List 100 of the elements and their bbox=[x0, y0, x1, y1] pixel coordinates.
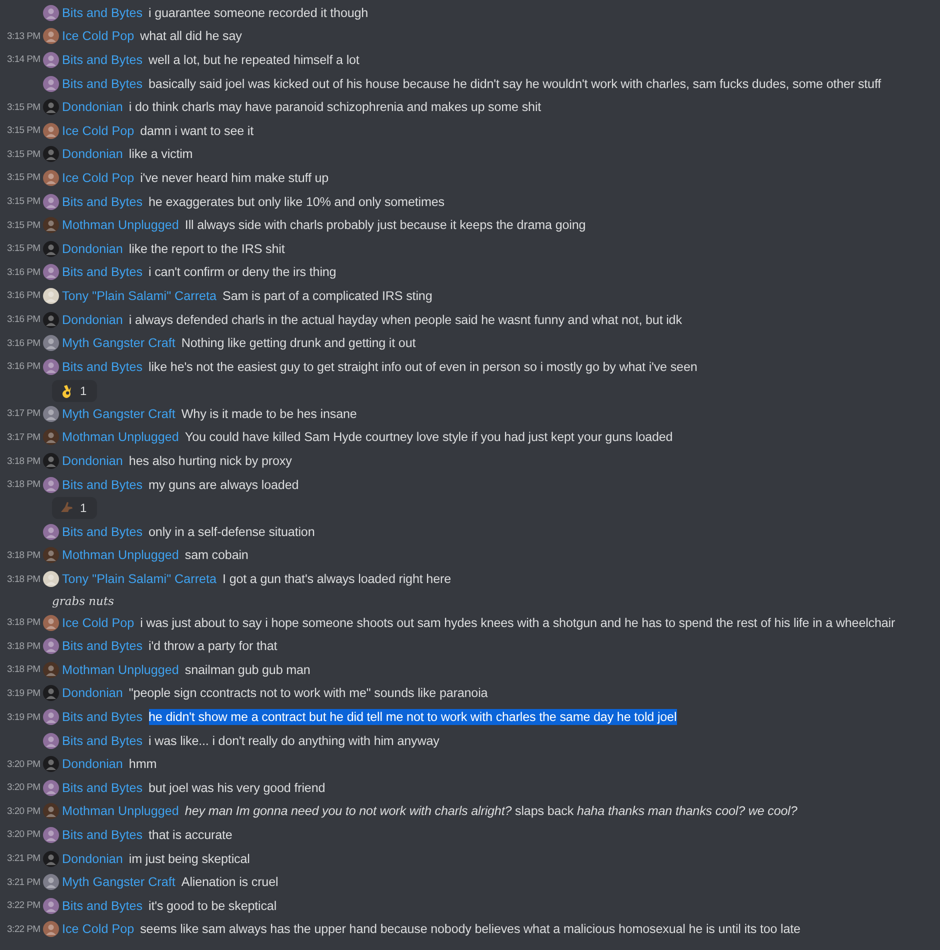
username[interactable]: Bits and Bytes bbox=[62, 360, 143, 374]
timestamp: 3:15 PM bbox=[7, 220, 42, 231]
message-text: i was just about to say i hope someone shoots out sam hydes knees with a shotgun and he has to spend the rest of his life in a wheelchair bbox=[140, 616, 896, 630]
message-text: damn i want to see it bbox=[140, 124, 254, 138]
username[interactable]: Bits and Bytes bbox=[62, 780, 143, 795]
timestamp: 3:16 PM bbox=[7, 338, 42, 349]
username[interactable]: Myth Gangster Craft bbox=[62, 336, 176, 350]
avatar-icon[interactable] bbox=[43, 638, 59, 654]
avatar-icon[interactable] bbox=[43, 524, 59, 540]
timestamp: 3:18 PM bbox=[7, 456, 42, 467]
avatar-icon[interactable] bbox=[43, 898, 59, 914]
username[interactable]: Bits and Bytes bbox=[62, 639, 143, 654]
message-text: Sam is part of a complicated IRS sting bbox=[222, 288, 432, 303]
username[interactable]: Mothman Unplugged bbox=[62, 548, 179, 562]
message-text: hes also hurting nick by proxy bbox=[128, 454, 292, 468]
message-text: i guarantee someone recorded it though bbox=[148, 6, 368, 20]
username[interactable]: Tony "Plain Salami" Carreta bbox=[62, 288, 217, 303]
timestamp: 3:17 PM bbox=[7, 408, 42, 420]
timestamp: 3:16 PM bbox=[7, 314, 42, 326]
avatar-icon[interactable] bbox=[43, 614, 59, 631]
username[interactable]: Bits and Bytes bbox=[62, 52, 143, 67]
username[interactable]: Myth Gangster Craft bbox=[62, 406, 176, 421]
username[interactable]: Ice Cold Pop bbox=[62, 170, 134, 185]
message-text: You could have killed Sam Hyde courtney love style if you had just kept your guns loaded bbox=[184, 430, 673, 444]
username[interactable]: Dondonian bbox=[62, 757, 123, 772]
message-text: i always defended charls in the actual hayday when people said he wasnt funny and what not, but idk bbox=[128, 312, 682, 327]
avatar-icon[interactable] bbox=[43, 732, 59, 749]
username[interactable]: Dondonian bbox=[62, 852, 123, 866]
username[interactable]: Dondonian bbox=[62, 312, 123, 327]
username[interactable]: Ice Cold Pop bbox=[62, 124, 134, 138]
avatar-icon[interactable] bbox=[43, 288, 59, 304]
timestamp: 3:15 PM bbox=[7, 243, 42, 254]
username[interactable]: Bits and Bytes bbox=[62, 6, 143, 20]
message-text: im just being skeptical bbox=[128, 852, 250, 866]
avatar-icon[interactable] bbox=[43, 122, 59, 139]
timestamp: 3:15 PM bbox=[7, 196, 42, 208]
username[interactable]: Ice Cold Pop bbox=[62, 29, 134, 44]
username[interactable]: Bits and Bytes bbox=[62, 898, 143, 913]
message-text: well a lot, but he repeated himself a lot bbox=[148, 52, 360, 67]
message-text: like he's not the easiest guy to get straight info out of even in person so i mostly go by what i've seen bbox=[148, 360, 698, 374]
avatar-icon[interactable] bbox=[43, 874, 59, 890]
avatar-icon[interactable] bbox=[43, 170, 59, 186]
username[interactable]: Ice Cold Pop bbox=[62, 922, 134, 936]
username[interactable]: Mothman Unplugged bbox=[62, 804, 179, 818]
timestamp: 3:15 PM bbox=[7, 125, 42, 136]
message-text: hmm bbox=[128, 757, 157, 772]
username[interactable]: Bits and Bytes bbox=[62, 76, 143, 91]
timestamp: 3:20 PM bbox=[7, 782, 42, 794]
avatar-icon[interactable] bbox=[43, 335, 59, 352]
username[interactable]: Tony "Plain Salami" Carreta bbox=[62, 572, 217, 586]
username[interactable]: Dondonian bbox=[62, 100, 123, 114]
message-text: he didn't show me a contract but he did tell me not to work with charles the same day he told joel bbox=[148, 709, 677, 726]
avatar-icon[interactable] bbox=[43, 28, 59, 44]
username[interactable]: Dondonian bbox=[62, 686, 123, 700]
username[interactable]: Mothman Unplugged bbox=[62, 662, 179, 677]
username[interactable]: Bits and Bytes bbox=[62, 828, 143, 842]
message-text: Why is it made to be hes insane bbox=[181, 406, 357, 421]
username[interactable]: Mothman Unplugged bbox=[62, 430, 179, 444]
avatar-icon[interactable] bbox=[43, 709, 59, 726]
avatar-icon[interactable] bbox=[43, 76, 59, 92]
message-text: I got a gun that's always loaded right here bbox=[222, 572, 451, 586]
message-text: i was like... i don't really do anything with him anyway bbox=[148, 734, 440, 748]
avatar-icon[interactable] bbox=[43, 780, 59, 796]
message-text: like a victim bbox=[128, 147, 193, 162]
timestamp: 3:20 PM bbox=[7, 829, 42, 840]
timestamp: 3:18 PM bbox=[7, 479, 42, 490]
username[interactable]: Bits and Bytes bbox=[62, 710, 143, 724]
timestamp: 3:15 PM bbox=[7, 102, 42, 113]
message-text: what all did he say bbox=[140, 29, 242, 44]
username[interactable]: Bits and Bytes bbox=[62, 734, 143, 748]
username[interactable]: Bits and Bytes bbox=[62, 265, 143, 280]
username[interactable]: Bits and Bytes bbox=[62, 524, 143, 539]
timestamp: 3:18 PM bbox=[7, 664, 42, 676]
timestamp: 3:16 PM bbox=[7, 266, 42, 278]
avatar-icon[interactable] bbox=[43, 571, 59, 588]
reaction-button[interactable]: 1 bbox=[52, 497, 97, 520]
message-text: i'd throw a party for that bbox=[148, 639, 278, 654]
username[interactable]: Ice Cold Pop bbox=[62, 616, 134, 630]
avatar-icon[interactable] bbox=[43, 358, 59, 375]
timestamp: 3:14 PM bbox=[7, 54, 42, 66]
username[interactable]: Dondonian bbox=[62, 454, 123, 468]
username[interactable]: Mothman Unplugged bbox=[62, 218, 179, 232]
avatar-icon[interactable] bbox=[43, 826, 59, 843]
username[interactable]: Dondonian bbox=[62, 147, 123, 162]
avatar-icon[interactable] bbox=[43, 476, 59, 493]
timestamp: 3:19 PM bbox=[7, 712, 42, 723]
message-text: like the report to the IRS shit bbox=[128, 242, 285, 256]
message-text: basically said joel was kicked out of his house because he didn't say he wouldn't work with charles, sam fucks dudes, some other stuff bbox=[148, 76, 882, 91]
avatar-icon[interactable] bbox=[43, 921, 59, 938]
avatar-icon[interactable] bbox=[43, 264, 59, 280]
avatar-icon[interactable] bbox=[43, 52, 59, 68]
username[interactable]: Dondonian bbox=[62, 242, 123, 256]
username[interactable]: Bits and Bytes bbox=[62, 478, 143, 492]
username[interactable]: Myth Gangster Craft bbox=[62, 875, 176, 890]
reaction-button[interactable]: 1 bbox=[52, 380, 97, 402]
timestamp: 3:15 PM bbox=[7, 148, 42, 160]
avatar-icon[interactable] bbox=[43, 194, 59, 210]
avatar-icon[interactable] bbox=[43, 4, 59, 21]
username[interactable]: Bits and Bytes bbox=[62, 194, 143, 209]
avatar-icon[interactable] bbox=[43, 406, 59, 422]
